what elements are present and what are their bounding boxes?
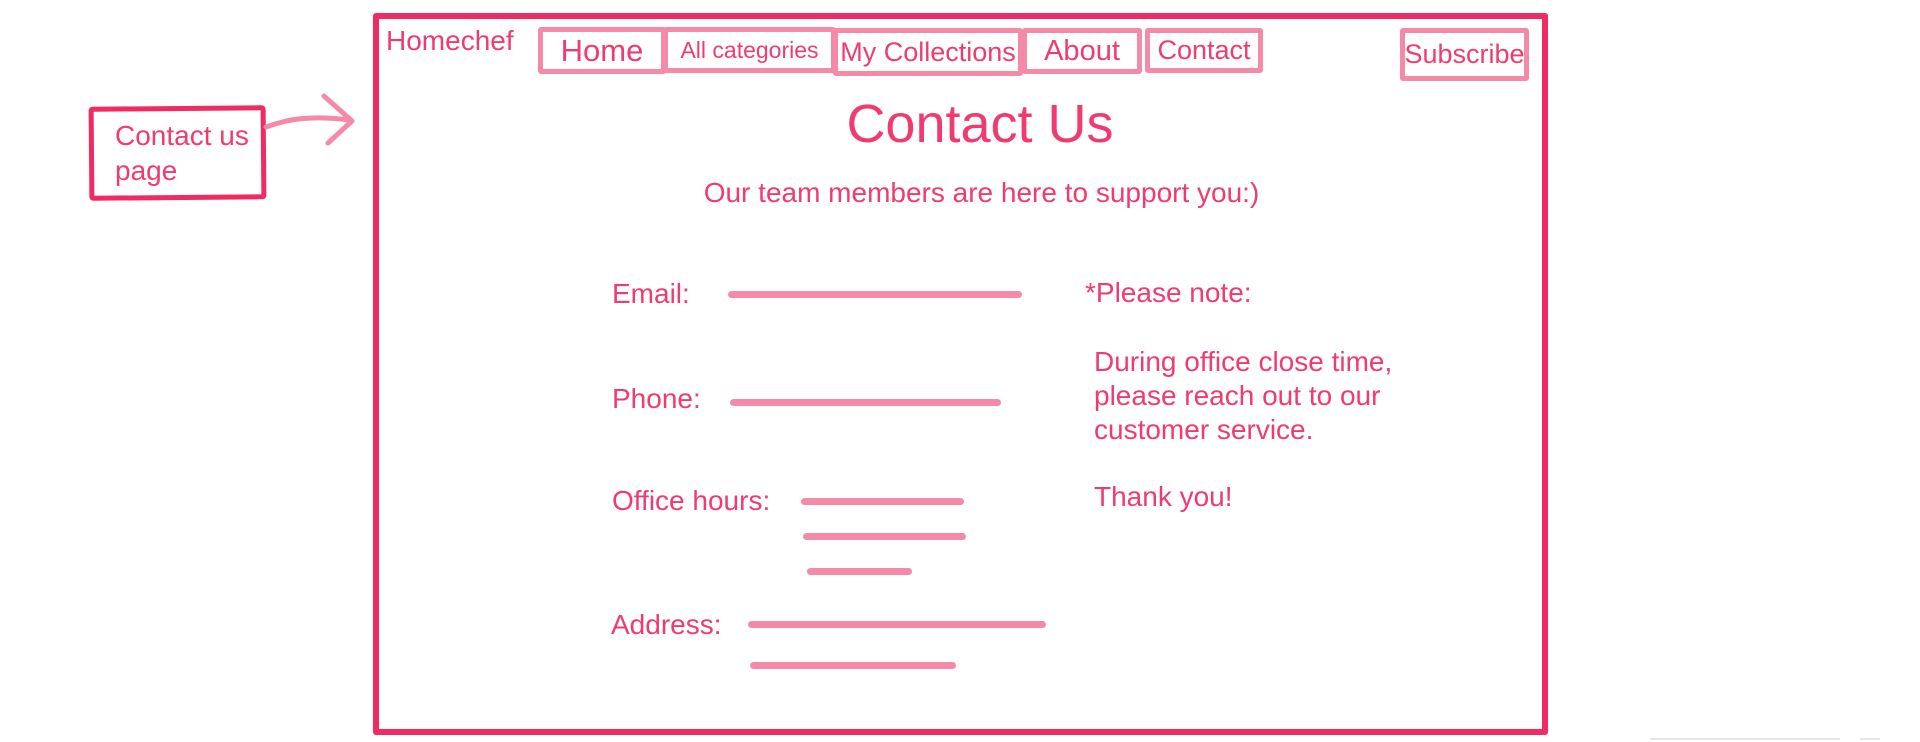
phone-label: Phone: xyxy=(612,383,701,414)
address-line-2 xyxy=(750,662,956,669)
note-line-2: please reach out to our xyxy=(1094,380,1381,411)
email-label: Email: xyxy=(612,278,690,309)
note-line-1: During office close time, xyxy=(1094,346,1393,377)
nav-all-categories-label: All categories xyxy=(680,36,819,63)
brand-logo[interactable]: Homechef xyxy=(386,25,514,57)
nav-contact-label: Contact xyxy=(1157,35,1251,65)
subscribe-button[interactable]: Subscribe xyxy=(1400,28,1529,81)
subscribe-label: Subscribe xyxy=(1404,39,1525,69)
nav-about-label: About xyxy=(1044,34,1120,67)
nav-my-collections-label: My Collections xyxy=(840,36,1016,67)
page-title: Contact Us xyxy=(846,94,1114,154)
nav-contact[interactable]: Contact xyxy=(1145,28,1263,73)
nav-home-label: Home xyxy=(560,32,644,68)
note-line-3: customer service. xyxy=(1094,414,1314,445)
note-thanks: Thank you! xyxy=(1094,481,1233,512)
email-field[interactable] xyxy=(728,291,1022,298)
nav-about[interactable]: About xyxy=(1022,28,1142,74)
address-line-1 xyxy=(748,621,1046,628)
office-hours-label: Office hours: xyxy=(612,485,771,516)
nav-my-collections[interactable]: My Collections xyxy=(833,28,1023,76)
nav-home[interactable]: Home xyxy=(538,27,666,74)
office-hours-line-3 xyxy=(807,568,912,575)
note-heading: *Please note: xyxy=(1085,277,1252,308)
office-hours-line-1 xyxy=(801,498,964,505)
note-body: During office close time, please reach o… xyxy=(1094,345,1392,447)
office-hours-line-2 xyxy=(803,533,966,540)
phone-field[interactable] xyxy=(730,399,1001,406)
page-subtitle: Our team members are here to support you… xyxy=(703,177,1260,208)
nav-all-categories[interactable]: All categories xyxy=(663,27,836,73)
address-label: Address: xyxy=(611,609,722,640)
edge-marks xyxy=(1650,738,1880,740)
